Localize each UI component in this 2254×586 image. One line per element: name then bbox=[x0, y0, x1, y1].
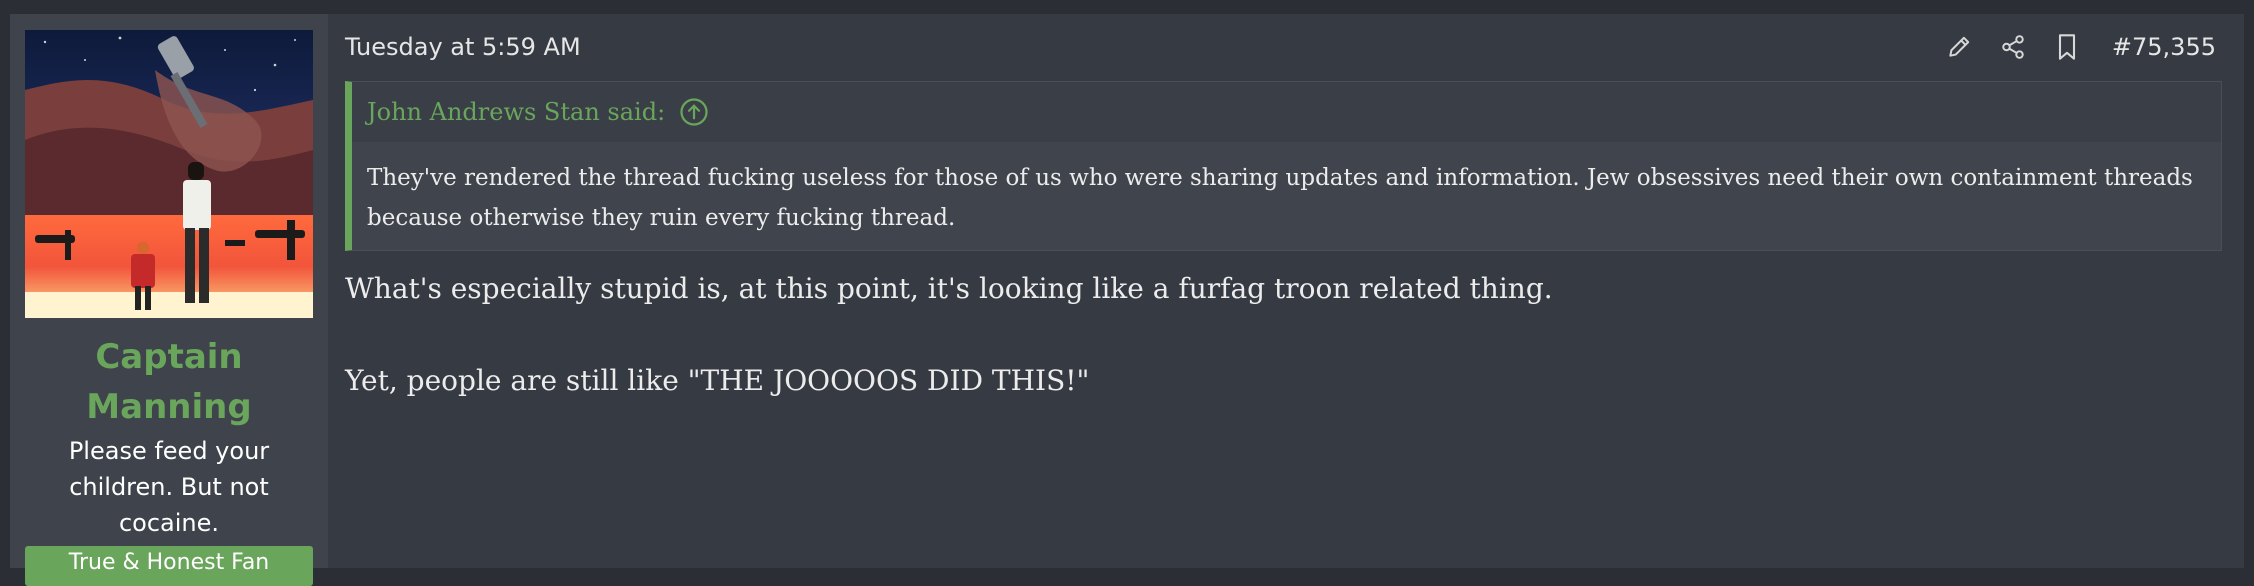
avatar-image bbox=[25, 30, 313, 318]
quote-block: John Andrews Stan said: They've rendered… bbox=[345, 81, 2222, 251]
post-actions: #75,355 bbox=[1920, 30, 2216, 64]
user-banner: True & Honest Fan bbox=[25, 546, 313, 586]
post-number-link[interactable]: #75,355 bbox=[2112, 30, 2216, 64]
page: Captain Manning Please feed your childre… bbox=[0, 0, 2254, 586]
forum-post: Captain Manning Please feed your childre… bbox=[10, 14, 2244, 586]
user-title: Please feed your children. But not cocai… bbox=[68, 437, 270, 537]
pencil-icon[interactable] bbox=[1944, 32, 1974, 62]
arrow-up-circle-icon[interactable] bbox=[679, 97, 709, 127]
post-message: What's especially stupid is, at this poi… bbox=[345, 266, 2225, 404]
quote-author-link[interactable]: John Andrews Stan said: bbox=[367, 98, 665, 126]
user-info-panel: Captain Manning Please feed your childre… bbox=[10, 14, 328, 586]
username[interactable]: Captain Manning bbox=[10, 332, 328, 432]
post-date[interactable]: Tuesday at 5:59 AM bbox=[345, 30, 581, 64]
message-paragraph: What's especially stupid is, at this poi… bbox=[345, 272, 1553, 305]
avatar[interactable] bbox=[25, 30, 313, 318]
quote-text: They've rendered the thread fucking usel… bbox=[367, 165, 2193, 231]
message-paragraph: Yet, people are still like "THE JOOOOOS … bbox=[345, 364, 1090, 397]
post-main: Tuesday at 5:59 AM #75,355 John Andrews … bbox=[328, 14, 2244, 568]
bookmark-icon[interactable] bbox=[2052, 32, 2082, 62]
quote-header: John Andrews Stan said: bbox=[352, 82, 2221, 142]
share-icon[interactable] bbox=[1998, 32, 2028, 62]
